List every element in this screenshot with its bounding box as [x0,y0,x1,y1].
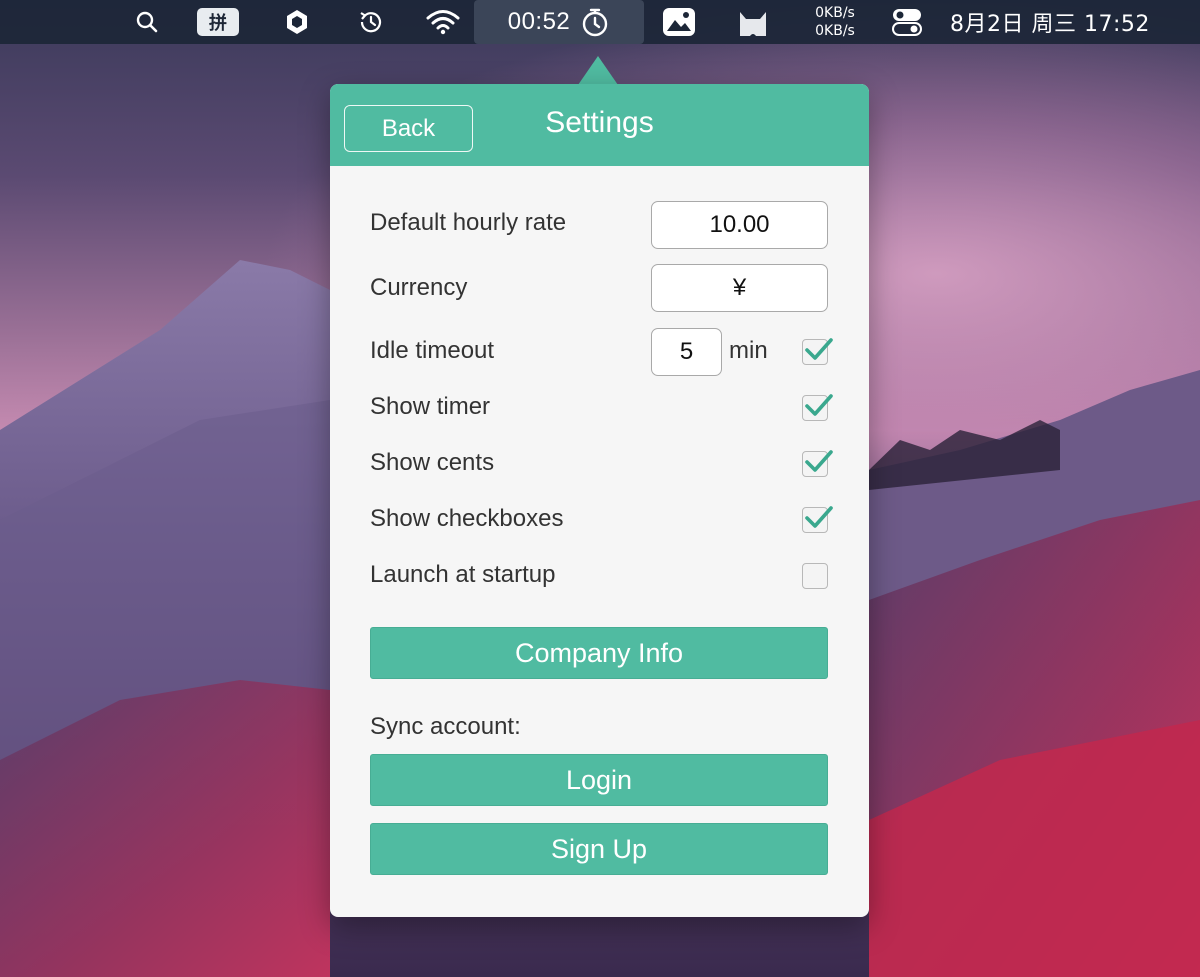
stopwatch-icon [583,8,608,37]
download-speed: 0KB/s [815,23,855,39]
currency-input[interactable]: ¥ [651,264,828,312]
input-method-icon[interactable]: 拼 [196,0,240,44]
sync-account-label: Sync account: [370,713,521,740]
settings-popover: Back Settings Default hourly rate 10.00 … [330,84,869,917]
show-checkboxes-label: Show checkboxes [370,505,564,532]
hourly-rate-label: Default hourly rate [370,209,567,236]
menu-bar: 拼 00:52 0KB/s 0KB/s 8月2日 周三 17:52 [0,0,1200,44]
hexagon-icon[interactable] [282,0,312,44]
popover-header: Back Settings [330,84,869,166]
idle-timeout-input[interactable]: 5 [651,328,722,376]
network-speed: 0KB/s 0KB/s [800,0,870,44]
show-timer-label: Show timer [370,393,491,420]
page-title: Settings [545,106,654,139]
timer-menu-item[interactable]: 00:52 [474,0,644,44]
login-button[interactable]: Login [370,754,828,806]
show-timer-checkbox[interactable] [802,394,833,421]
popover-arrow [578,56,618,85]
sign-up-button[interactable]: Sign Up [370,823,828,875]
show-checkboxes-checkbox[interactable] [802,506,833,533]
idle-timeout-unit: min [729,337,768,364]
checkmark-icon [805,338,833,360]
currency-label: Currency [370,274,468,301]
show-cents-label: Show cents [370,449,495,476]
show-cents-checkbox[interactable] [802,450,833,477]
checkmark-icon [805,506,833,528]
control-center-icon[interactable] [888,0,926,44]
checkmark-icon [805,450,833,472]
date-time[interactable]: 8月2日 周三 17:52 [950,0,1180,44]
cat-icon[interactable] [734,0,772,44]
photo-icon[interactable] [660,0,698,44]
wifi-icon[interactable] [424,0,462,44]
launch-at-startup-checkbox[interactable] [802,563,828,589]
company-info-button[interactable]: Company Info [370,627,828,679]
input-method-label: 拼 [197,8,239,36]
launch-at-startup-label: Launch at startup [370,561,556,588]
idle-timeout-checkbox[interactable] [802,338,833,365]
hourly-rate-input[interactable]: 10.00 [651,201,828,249]
idle-timeout-label: Idle timeout [370,337,495,364]
upload-speed: 0KB/s [815,5,855,21]
timer-text: 00:52 [507,8,571,35]
search-icon[interactable] [130,0,164,44]
checkmark-icon [805,394,833,416]
history-icon[interactable] [354,0,388,44]
